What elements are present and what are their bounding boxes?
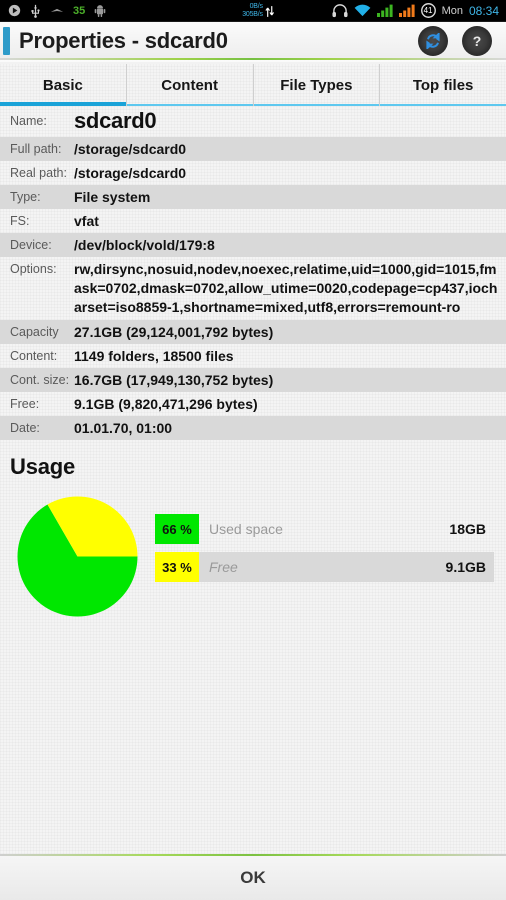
property-value: 01.01.70, 01:00 bbox=[74, 420, 173, 436]
legend-row-used: 66 % Used space 18GB bbox=[155, 514, 494, 544]
property-key: Real path: bbox=[10, 166, 67, 180]
tab-top-files[interactable]: Top files bbox=[380, 64, 506, 106]
usage-section: 66 % Used space 18GB 33 % Free 9.1GB bbox=[0, 480, 506, 619]
legend-value: 9.1GB bbox=[445, 559, 486, 575]
legend-percent: 33 % bbox=[162, 559, 192, 575]
property-value: File system bbox=[74, 189, 151, 205]
property-value: 27.1GB (29,124,001,792 bytes) bbox=[74, 324, 274, 340]
vpn-key-icon bbox=[50, 7, 64, 15]
property-row-options: Options: rw,dirsync,nosuid,nodev,noexec,… bbox=[0, 257, 506, 320]
property-row-date: Date: 01.01.70, 01:00 bbox=[0, 416, 506, 440]
property-key: Type: bbox=[10, 190, 41, 204]
property-row-fs: FS: vfat bbox=[0, 209, 506, 233]
tab-content-label: Content bbox=[161, 76, 218, 94]
legend-bar-used: Used space 18GB bbox=[199, 514, 494, 544]
property-value: sdcard0 bbox=[74, 108, 157, 133]
legend-row-free: 33 % Free 9.1GB bbox=[155, 552, 494, 582]
ok-button-label: OK bbox=[240, 868, 266, 887]
property-key: Full path: bbox=[10, 142, 62, 156]
refresh-icon bbox=[426, 33, 440, 49]
property-value: 9.1GB (9,820,471,296 bytes) bbox=[74, 396, 258, 412]
pie-chart-icon bbox=[17, 496, 138, 617]
usage-heading: Usage bbox=[10, 454, 76, 479]
tab-file-types[interactable]: File Types bbox=[253, 64, 381, 106]
refresh-button[interactable] bbox=[418, 26, 448, 56]
usage-legend: 66 % Used space 18GB 33 % Free 9.1GB bbox=[155, 492, 494, 590]
property-key: Capacity bbox=[10, 325, 59, 339]
battery-temp-label: 35 bbox=[73, 4, 86, 17]
legend-percent: 66 % bbox=[162, 521, 192, 537]
status-bar[interactable]: 35 0B/s 305B/s 41 Mon 08:34 bbox=[0, 0, 506, 22]
status-day-label: Mon bbox=[441, 4, 463, 17]
battery-icon: 41 bbox=[420, 3, 436, 18]
property-key: Options: bbox=[10, 262, 57, 276]
property-value: rw,dirsync,nosuid,nodev,noexec,relatime,… bbox=[74, 261, 498, 315]
status-bar-left-icons: 35 bbox=[0, 4, 106, 18]
tab-basic-label: Basic bbox=[42, 76, 83, 94]
property-value: 1149 folders, 18500 files bbox=[74, 348, 234, 364]
legend-label: Free bbox=[209, 559, 238, 575]
property-key: Date: bbox=[10, 421, 40, 435]
help-icon: ? bbox=[472, 33, 482, 49]
tab-file-types-label: File Types bbox=[280, 76, 353, 94]
play-icon bbox=[8, 4, 21, 17]
property-value: vfat bbox=[74, 213, 99, 229]
property-row-real-path: Real path: /storage/sdcard0 bbox=[0, 161, 506, 185]
network-rate-indicator: 0B/s 305B/s bbox=[213, 0, 303, 22]
property-value: /dev/block/vold/179:8 bbox=[74, 237, 215, 253]
battery-level-label: 41 bbox=[423, 5, 433, 15]
usage-pie-chart bbox=[0, 492, 155, 619]
headset-icon bbox=[332, 3, 348, 18]
legend-bar-free: Free 9.1GB bbox=[199, 552, 494, 582]
tab-basic[interactable]: Basic bbox=[0, 64, 127, 106]
property-row-device: Device: /dev/block/vold/179:8 bbox=[0, 233, 506, 257]
android-debug-icon bbox=[94, 4, 106, 18]
usb-icon bbox=[30, 4, 41, 18]
status-clock-label: 08:34 bbox=[468, 3, 499, 18]
property-key: Device: bbox=[10, 238, 52, 252]
wifi-icon bbox=[354, 4, 371, 17]
property-row-cont-size: Cont. size: 16.7GB (17,949,130,752 bytes… bbox=[0, 368, 506, 392]
legend-label: Used space bbox=[209, 521, 283, 537]
property-key: Name: bbox=[10, 114, 47, 128]
title-accent-bar bbox=[3, 27, 10, 55]
property-key: Free: bbox=[10, 397, 40, 411]
tab-top-files-label: Top files bbox=[412, 76, 474, 94]
property-row-content: Content: 1149 folders, 18500 files bbox=[0, 344, 506, 368]
title-bar: Properties - sdcard0 ? bbox=[0, 22, 506, 62]
property-value: /storage/sdcard0 bbox=[74, 141, 187, 157]
property-value: /storage/sdcard0 bbox=[74, 165, 187, 181]
dialog-footer: OK bbox=[0, 854, 506, 900]
tab-bar[interactable]: Basic Content File Types Top files bbox=[0, 64, 506, 106]
property-row-type: Type: File system bbox=[0, 185, 506, 209]
legend-swatch-free: 33 % bbox=[155, 552, 199, 582]
legend-value: 18GB bbox=[449, 521, 486, 537]
legend-swatch-used: 66 % bbox=[155, 514, 199, 544]
property-row-name: Name: sdcard0 bbox=[0, 106, 506, 137]
property-key: FS: bbox=[10, 214, 30, 228]
property-row-full-path: Full path: /storage/sdcard0 bbox=[0, 137, 506, 161]
signal-sim2-icon bbox=[398, 4, 415, 17]
status-bar-right-icons: 41 Mon 08:34 bbox=[332, 3, 506, 18]
page-title: Properties - sdcard0 bbox=[19, 28, 228, 53]
net-upload-rate: 0B/s bbox=[249, 3, 263, 10]
tab-content[interactable]: Content bbox=[126, 64, 254, 106]
property-row-free: Free: 9.1GB (9,820,471,296 bytes) bbox=[0, 392, 506, 416]
ok-button[interactable]: OK bbox=[0, 856, 506, 900]
property-row-capacity: Capacity 27.1GB (29,124,001,792 bytes) bbox=[0, 320, 506, 344]
signal-sim1-icon bbox=[376, 4, 393, 17]
title-bar-actions: ? bbox=[418, 26, 506, 56]
properties-panel[interactable]: Name: sdcard0 Full path: /storage/sdcard… bbox=[0, 106, 506, 854]
updown-arrows-icon bbox=[265, 5, 274, 18]
property-key: Content: bbox=[10, 349, 58, 363]
net-download-rate: 305B/s bbox=[242, 11, 263, 18]
property-key: Cont. size: bbox=[10, 373, 70, 387]
property-value: 16.7GB (17,949,130,752 bytes) bbox=[74, 372, 274, 388]
help-button[interactable]: ? bbox=[462, 26, 492, 56]
